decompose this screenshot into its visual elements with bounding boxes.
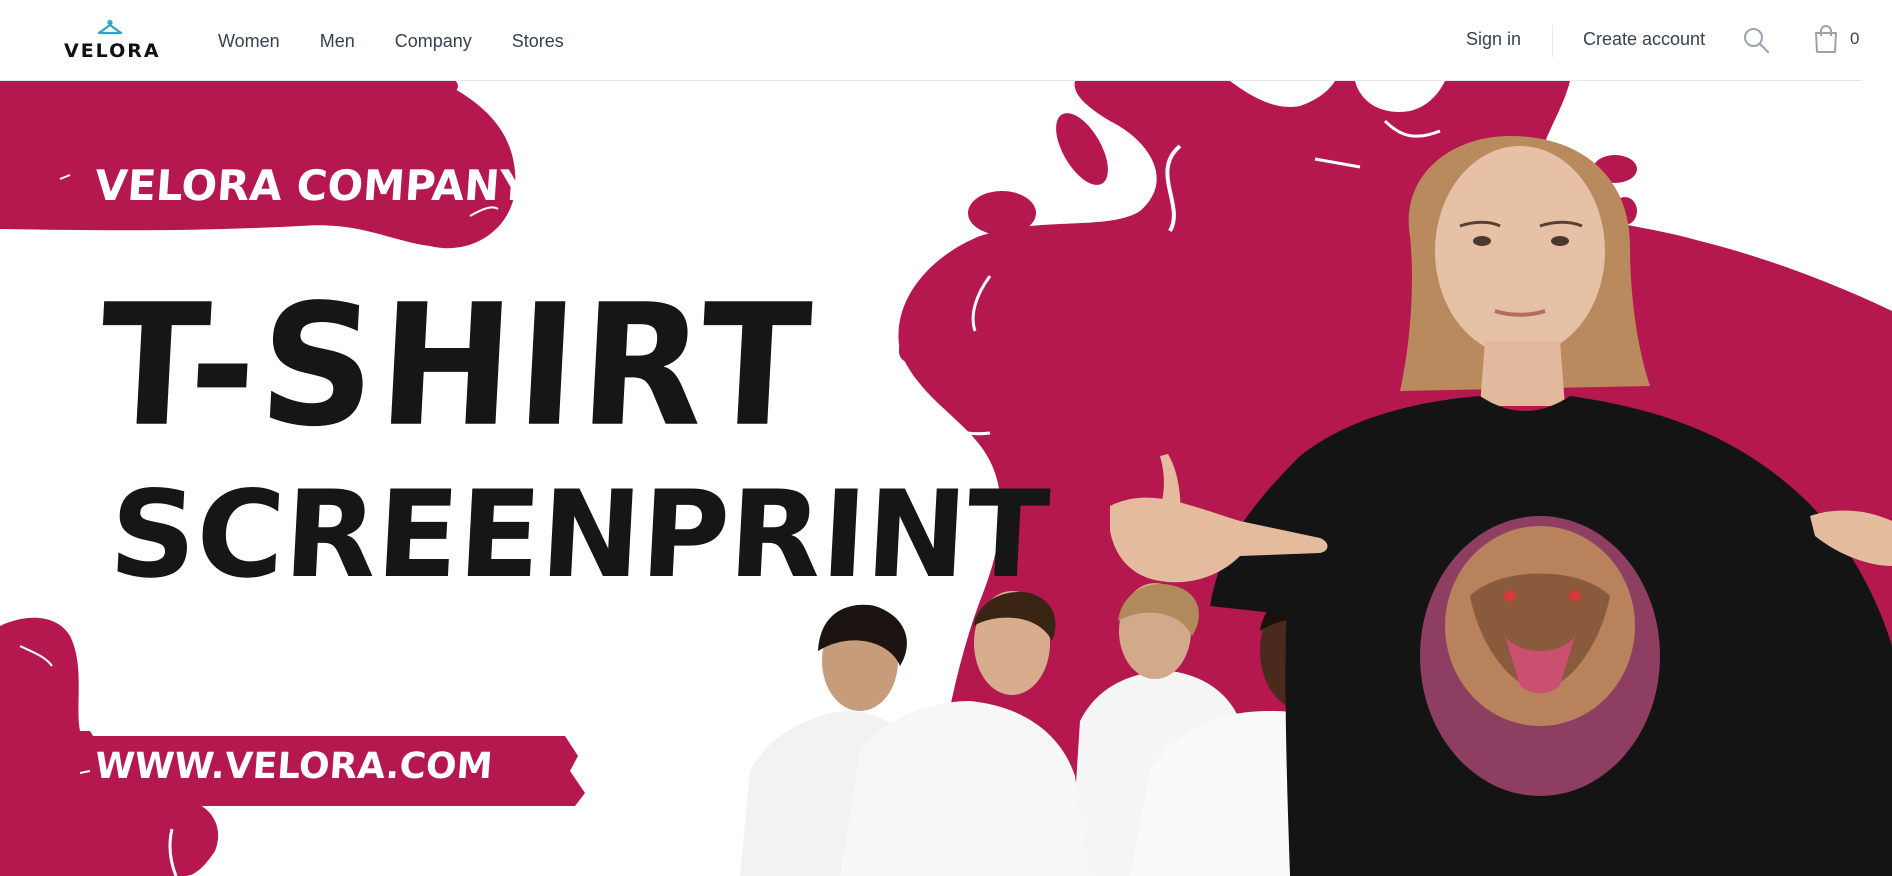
cart-button[interactable]: 0 xyxy=(1812,24,1864,56)
logo[interactable]: VELORA xyxy=(64,18,161,62)
hero-title-line-1: T-SHIRT xyxy=(94,267,820,464)
create-account-link[interactable]: Create account xyxy=(1583,29,1705,50)
divider xyxy=(1552,25,1553,57)
hero-banner: VELORA COMPANY T-SHIRT SCREENPRINT WWW.V… xyxy=(0,81,1892,876)
cart-count: 0 xyxy=(1850,29,1860,48)
search-button[interactable] xyxy=(1742,26,1770,54)
site-header: VELORA Women Men Company Stores Sign in … xyxy=(0,0,1892,80)
sign-in-link[interactable]: Sign in xyxy=(1466,29,1521,50)
logo-text: VELORA xyxy=(64,40,161,62)
nav-company[interactable]: Company xyxy=(395,29,472,53)
nav-women[interactable]: Women xyxy=(218,29,280,53)
nav-men[interactable]: Men xyxy=(320,29,355,53)
shopping-bag-icon xyxy=(1815,25,1837,53)
model-woman-image xyxy=(1110,136,1892,876)
hanger-icon xyxy=(97,20,123,35)
main-nav: Women Men Company Stores xyxy=(218,29,604,53)
company-label: VELORA COMPANY xyxy=(93,161,532,210)
search-icon xyxy=(1744,28,1769,53)
nav-stores[interactable]: Stores xyxy=(512,29,564,53)
website-url: WWW.VELORA.COM xyxy=(93,746,494,787)
header-divider xyxy=(0,80,1862,81)
